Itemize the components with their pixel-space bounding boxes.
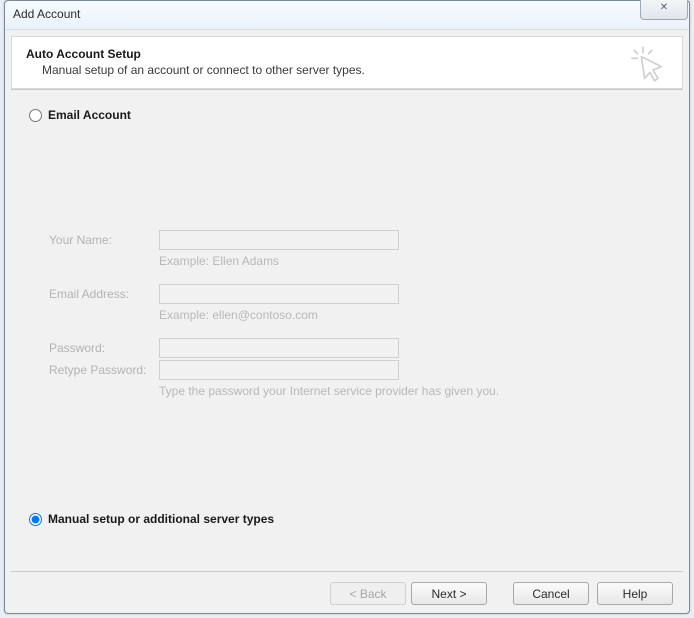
option-manual-label: Manual setup or additional server types: [48, 512, 274, 526]
next-button[interactable]: Next >: [411, 582, 487, 605]
your-name-label: Your Name:: [49, 233, 159, 247]
back-button: < Back: [330, 582, 406, 605]
email-hint: Example: ellen@contoso.com: [159, 308, 609, 322]
retype-password-field: [159, 360, 399, 380]
your-name-field: [159, 230, 399, 250]
header-title: Auto Account Setup: [26, 47, 672, 61]
option-email-label: Email Account: [48, 108, 131, 122]
add-account-dialog: Add Account ✕ Auto Account Setup Manual …: [4, 0, 690, 614]
footer-buttons: < Back Next > Cancel Help: [11, 582, 683, 605]
window-title: Add Account: [13, 7, 80, 21]
password-hint: Type the password your Internet service …: [159, 384, 609, 398]
nav-button-group: < Back Next >: [330, 582, 487, 605]
option-email-account[interactable]: Email Account: [29, 108, 665, 122]
header-subtitle: Manual setup of an account or connect to…: [42, 63, 672, 77]
email-label: Email Address:: [49, 287, 159, 301]
footer-divider: [11, 571, 683, 572]
wizard-footer: < Back Next > Cancel Help: [11, 571, 683, 605]
help-button[interactable]: Help: [597, 582, 673, 605]
close-icon: ✕: [660, 2, 668, 13]
password-field: [159, 338, 399, 358]
email-field: [159, 284, 399, 304]
title-bar: Add Account ✕: [5, 1, 689, 30]
option-manual-setup[interactable]: Manual setup or additional server types: [29, 512, 665, 526]
radio-email-account[interactable]: [29, 109, 42, 122]
radio-manual-setup[interactable]: [29, 513, 42, 526]
retype-password-label: Retype Password:: [49, 363, 159, 377]
cancel-button[interactable]: Cancel: [513, 582, 589, 605]
wizard-header: Auto Account Setup Manual setup of an ac…: [11, 36, 683, 89]
your-name-hint: Example: Ellen Adams: [159, 254, 609, 268]
email-form-disabled: Your Name: Example: Ellen Adams Email Ad…: [49, 230, 609, 398]
password-label: Password:: [49, 341, 159, 355]
cursor-click-icon: [628, 45, 668, 85]
close-button[interactable]: ✕: [640, 0, 688, 20]
wizard-body: Email Account Your Name: Example: Ellen …: [11, 90, 683, 526]
